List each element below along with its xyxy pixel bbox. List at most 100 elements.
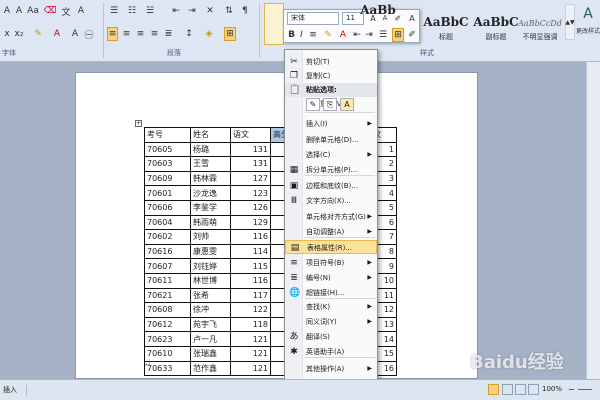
bullets-icon[interactable]: ☰: [108, 4, 120, 18]
menu-item[interactable]: 插入(I) ▶: [285, 117, 377, 131]
table-cell[interactable]: 范作鑫: [190, 360, 231, 377]
style-title[interactable]: AaBbC 标题: [420, 3, 472, 45]
align-right-icon[interactable]: ≡: [135, 27, 146, 41]
italic-icon[interactable]: I: [297, 28, 306, 42]
menu-item[interactable]: 同义词(Y) ▶: [285, 315, 377, 329]
chinese-layout-icon[interactable]: ✕: [204, 4, 216, 18]
table-cell[interactable]: 70609: [144, 170, 191, 187]
header-cell[interactable]: 语文: [230, 127, 271, 143]
table-cell[interactable]: 118: [230, 316, 271, 333]
table-cell[interactable]: 70603: [144, 156, 191, 172]
header-cell[interactable]: 考号: [144, 127, 191, 143]
table-cell[interactable]: 70633: [144, 360, 191, 377]
table-cell[interactable]: 70601: [144, 185, 191, 201]
show-marks-icon[interactable]: ¶: [240, 4, 250, 18]
full-screen-icon[interactable]: [502, 384, 513, 395]
table-cell[interactable]: 116: [230, 272, 271, 289]
menu-item[interactable]: 删除单元格(D)...: [285, 133, 377, 147]
table-cell[interactable]: 129: [230, 214, 271, 231]
table-cell[interactable]: 115: [230, 258, 271, 274]
bold-icon[interactable]: B: [287, 28, 296, 42]
menu-item[interactable]: ≡ 项目符号(B) ▶: [285, 256, 377, 270]
table-cell[interactable]: 121: [230, 360, 271, 377]
web-layout-icon[interactable]: [515, 384, 526, 395]
table-cell[interactable]: 121: [230, 345, 271, 362]
table-cell[interactable]: 刘帅: [190, 229, 231, 245]
highlight-icon[interactable]: ✎: [322, 28, 334, 42]
subscript-icon[interactable]: x₂: [14, 27, 24, 41]
center-icon[interactable]: ≡: [308, 28, 318, 42]
outline-icon[interactable]: [528, 384, 539, 395]
aa-icon[interactable]: Aa: [26, 4, 40, 18]
table-cell[interactable]: 70612: [144, 316, 191, 333]
style-normal[interactable]: [264, 3, 284, 45]
table-cell[interactable]: 王雪: [190, 156, 231, 172]
table-cell[interactable]: 70602: [144, 229, 191, 245]
justify-icon[interactable]: ≡: [149, 27, 160, 41]
table-cell[interactable]: 70621: [144, 287, 191, 304]
strikethrough-icon[interactable]: x: [2, 27, 12, 41]
table-cell[interactable]: 韩雨萌: [190, 214, 231, 231]
increase-indent-icon[interactable]: ⇥: [186, 4, 198, 18]
decrease-indent-icon[interactable]: ⇤: [170, 4, 182, 18]
change-styles-label[interactable]: 更改样式: [576, 26, 600, 35]
clear-format-icon[interactable]: ⌫: [44, 4, 57, 18]
table-cell[interactable]: 116: [230, 229, 271, 245]
table-cell[interactable]: 刘钰婷: [190, 258, 231, 274]
table-cell[interactable]: 127: [230, 170, 271, 187]
zoom-slider[interactable]: [578, 389, 592, 390]
table-move-handle-icon[interactable]: +: [135, 120, 142, 127]
menu-item[interactable]: ▣ 边框和底纹(B)...: [285, 179, 377, 193]
table-cell[interactable]: 70607: [144, 258, 191, 274]
table-cell[interactable]: 沙龙逸: [190, 185, 231, 201]
shading-icon[interactable]: ◈: [203, 27, 215, 41]
table-cell[interactable]: 李鉴学: [190, 199, 231, 216]
table-cell[interactable]: 122: [230, 302, 271, 318]
menu-item[interactable]: ❐ 复制(C): [285, 69, 377, 83]
print-layout-icon[interactable]: [488, 384, 499, 395]
bullets-icon[interactable]: ☰: [378, 28, 388, 42]
zoom-level[interactable]: 100%: [542, 385, 568, 393]
table-cell[interactable]: 70605: [144, 141, 191, 158]
styles-scroll-icon[interactable]: ▲▼: [565, 4, 575, 40]
table-cell[interactable]: 张瑞鑫: [190, 345, 231, 362]
table-cell[interactable]: 117: [230, 287, 271, 304]
distributed-icon[interactable]: ≣: [163, 27, 174, 41]
highlight-icon[interactable]: ✎: [32, 27, 44, 41]
table-cell[interactable]: 131: [230, 156, 271, 172]
table-cell[interactable]: 张希: [190, 287, 231, 304]
phonetic-icon[interactable]: 文: [60, 4, 72, 18]
font-color-icon[interactable]: A: [338, 28, 348, 42]
style-subtitle[interactable]: AaBbC 副标题: [473, 3, 518, 45]
merge-format-icon[interactable]: ⎘: [323, 98, 337, 111]
borders-icon[interactable]: ⊞: [392, 28, 404, 42]
menu-item[interactable]: あ翻译(S): [285, 330, 377, 344]
zoom-out-icon[interactable]: −: [568, 385, 578, 394]
vertical-scrollbar[interactable]: [586, 62, 600, 379]
increase-indent-icon[interactable]: ⇥: [364, 28, 374, 42]
table-cell[interactable]: 123: [230, 185, 271, 201]
font-color-icon[interactable]: A: [52, 27, 62, 41]
table-cell[interactable]: 121: [230, 331, 271, 347]
menu-item[interactable]: ▤ 表格属性(R)...: [285, 240, 377, 254]
menu-item[interactable]: 单元格对齐方式(G) ▶: [285, 210, 377, 224]
grow-font-icon[interactable]: A: [14, 4, 24, 18]
line-spacing-icon[interactable]: ↕: [183, 27, 195, 41]
insert-mode[interactable]: 插入: [3, 385, 27, 396]
menu-item[interactable]: ≣ 编号(N) ▶: [285, 271, 377, 285]
keep-text-only-icon[interactable]: A: [340, 98, 354, 111]
table-cell[interactable]: 苑宇飞: [190, 316, 231, 333]
menu-item[interactable]: Ⅲ 文字方向(X)...: [285, 194, 377, 208]
table-cell[interactable]: 70604: [144, 214, 191, 231]
borders-icon[interactable]: ⊞: [224, 27, 236, 41]
menu-item[interactable]: ✂ 剪切(T): [285, 55, 377, 69]
header-cell[interactable]: 姓名: [190, 127, 231, 143]
decrease-indent-icon[interactable]: ⇤: [352, 28, 362, 42]
keep-source-format-icon[interactable]: ✎: [306, 98, 320, 111]
table-cell[interactable]: 徐冲: [190, 302, 231, 318]
align-center-icon[interactable]: ≡: [121, 27, 132, 41]
numbering-icon[interactable]: ☷: [126, 4, 138, 18]
font-name-field[interactable]: 宋体: [287, 12, 339, 25]
table-cell[interactable]: 卢一凡: [190, 331, 231, 347]
align-left-icon[interactable]: ≡: [107, 27, 118, 41]
